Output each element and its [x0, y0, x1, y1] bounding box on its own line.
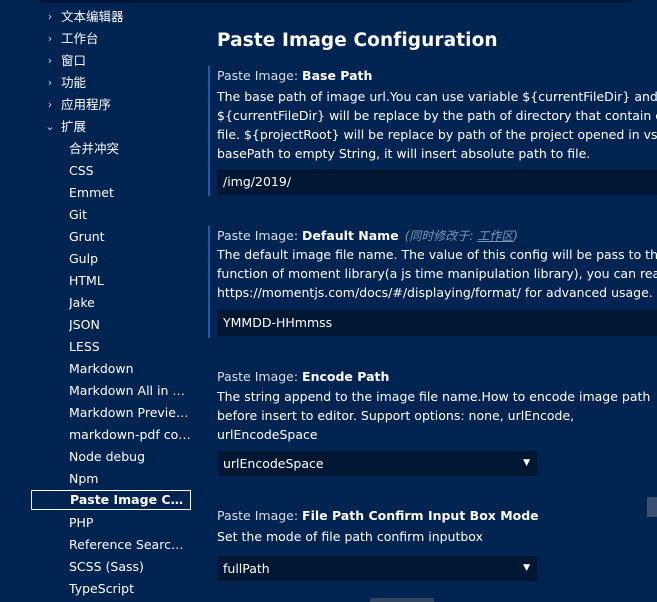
tree-item-paste-image[interactable]: Paste Image Configuration [31, 490, 191, 510]
description-line: ${currentFileDir} will be replace by the… [217, 108, 657, 123]
tree-item-label: 应用程序 [61, 97, 112, 112]
chevron-right-icon: › [47, 76, 53, 89]
setting-description: The base path of image url.You can use v… [217, 87, 657, 163]
tree-item-gulp[interactable]: Gulp [69, 249, 191, 269]
setting-name: Encode Path [302, 369, 390, 384]
setting-title: Paste Image: File Path Confirm Input Box… [217, 508, 539, 523]
setting-category: Paste Image: [217, 369, 303, 384]
description-line: https://momentjs.com/docs/#/displaying/f… [217, 285, 653, 300]
horizontal-scrollbar[interactable] [370, 598, 434, 602]
select-value: fullPath [223, 561, 270, 576]
chevron-right-icon: › [47, 54, 53, 67]
page-title: Paste Image Configuration [217, 30, 498, 51]
setting-category: Paste Image: [217, 228, 303, 243]
tree-item-label: 窗口 [61, 53, 87, 68]
tree-item-php[interactable]: PHP [69, 513, 191, 533]
setting-default-name: Paste Image: Default Name (同时修改于: 工作区) Th… [206, 226, 657, 338]
setting-description: The string append to the image file name… [217, 387, 650, 444]
dropdown-arrow-icon: ▼ [523, 563, 530, 573]
scrollbar-thumb[interactable] [647, 497, 657, 517]
tree-item-emmet[interactable]: Emmet [69, 183, 191, 203]
tree-item-scss[interactable]: SCSS (Sass) [69, 557, 191, 577]
tree-item-css[interactable]: CSS [69, 161, 191, 181]
tree-item-markdown-pdf[interactable]: markdown-pdf configuration [69, 425, 191, 445]
modified-in-note: (同时修改于: 工作区) [405, 229, 518, 243]
tree-item-node-debug[interactable]: Node debug [69, 447, 191, 467]
setting-name: File Path Confirm Input Box Mode [302, 508, 539, 523]
tree-item-markdown-preview[interactable]: Markdown Preview Enhanced [69, 403, 191, 423]
tree-item-workbench[interactable]: › 工作台 [44, 29, 194, 49]
setting-title: Paste Image: Encode Path [217, 369, 389, 384]
setting-base-path: Paste Image: Base Path The base path of … [206, 66, 657, 196]
chevron-right-icon: › [47, 10, 53, 23]
tree-item-npm[interactable]: Npm [69, 469, 191, 489]
setting-encode-path: Paste Image: Encode Path The string appe… [206, 368, 657, 478]
tree-item-reference-search[interactable]: Reference Search View [69, 535, 191, 555]
tree-item-window[interactable]: › 窗口 [44, 51, 194, 71]
base-path-input[interactable]: /img/2019/ [217, 169, 657, 195]
description-line: Set the mode of file path confirm inputb… [217, 529, 483, 544]
description-line: The default image file name. The value o… [217, 247, 657, 262]
setting-description: The default image file name. The value o… [217, 245, 657, 302]
tree-item-git[interactable]: Git [69, 205, 191, 225]
settings-window: › 文本编辑器 › 工作台 › 窗口 › 功能 › 应用程序 ⌄ 扩展 合并冲突… [0, 0, 657, 602]
setting-title: Paste Image: Default Name (同时修改于: 工作区) [217, 227, 518, 244]
description-line: urlEncodeSpace [217, 427, 318, 442]
settings-panel: Paste Image Configuration Paste Image: B… [206, 0, 657, 602]
modified-label: (同时修改于: [404, 229, 478, 243]
tree-item-label: 文本编辑器 [61, 9, 124, 24]
tree-item-jake[interactable]: Jake [69, 293, 191, 313]
tree-item-label: 工作台 [61, 31, 99, 46]
chevron-right-icon: › [47, 32, 53, 45]
tree-item-grunt[interactable]: Grunt [69, 227, 191, 247]
modified-indicator [208, 66, 210, 196]
encode-path-select[interactable]: urlEncodeSpace ▼ [217, 451, 537, 476]
tree-item-label: 扩展 [61, 119, 87, 134]
description-line: function of moment library(a js time man… [217, 266, 657, 281]
tree-item-json[interactable]: JSON [69, 315, 191, 335]
modified-indicator [208, 226, 210, 338]
tree-item-html[interactable]: HTML [69, 271, 191, 291]
tree-item-extensions[interactable]: ⌄ 扩展 [44, 117, 194, 137]
settings-tree: › 文本编辑器 › 工作台 › 窗口 › 功能 › 应用程序 ⌄ 扩展 合并冲突… [0, 0, 200, 602]
tree-item-merge-conflict[interactable]: 合并冲突 [69, 139, 191, 159]
setting-title: Paste Image: Base Path [217, 68, 372, 83]
default-name-input[interactable]: YMMDD-HHmmss [217, 310, 657, 336]
setting-category: Paste Image: [217, 68, 303, 83]
workspace-link[interactable]: 工作区 [477, 229, 513, 243]
description-line: file. ${projectRoot} will be replace by … [217, 127, 657, 142]
setting-name: Base Path [302, 68, 373, 83]
description-line: The base path of image url.You can use v… [217, 89, 657, 104]
setting-description: Set the mode of file path confirm inputb… [217, 527, 483, 546]
file-path-confirm-mode-select[interactable]: fullPath ▼ [217, 556, 537, 581]
dropdown-arrow-icon: ▼ [523, 458, 530, 468]
description-line: before insert to editor. Support options… [217, 408, 575, 423]
tree-item-label: 功能 [61, 75, 87, 90]
setting-file-path-confirm-mode: Paste Image: File Path Confirm Input Box… [206, 507, 657, 587]
setting-category: Paste Image: [217, 508, 303, 523]
tree-item-markdown-all-in-one[interactable]: Markdown All in One [69, 381, 191, 401]
chevron-right-icon: › [47, 98, 53, 111]
tree-item-less[interactable]: LESS [69, 337, 191, 357]
description-line: The string append to the image file name… [217, 389, 651, 404]
tree-item-text-editor[interactable]: › 文本编辑器 [44, 7, 194, 27]
tree-item-markdown[interactable]: Markdown [69, 359, 191, 379]
chevron-down-icon: ⌄ [45, 120, 55, 133]
modified-end: ) [513, 229, 518, 243]
tree-item-application[interactable]: › 应用程序 [44, 95, 194, 115]
tree-item-features[interactable]: › 功能 [44, 73, 194, 93]
description-line: basePath to empty String, it will insert… [217, 146, 591, 161]
select-value: urlEncodeSpace [223, 456, 324, 471]
tree-item-typescript[interactable]: TypeScript [69, 579, 191, 599]
setting-name: Default Name [302, 228, 399, 243]
